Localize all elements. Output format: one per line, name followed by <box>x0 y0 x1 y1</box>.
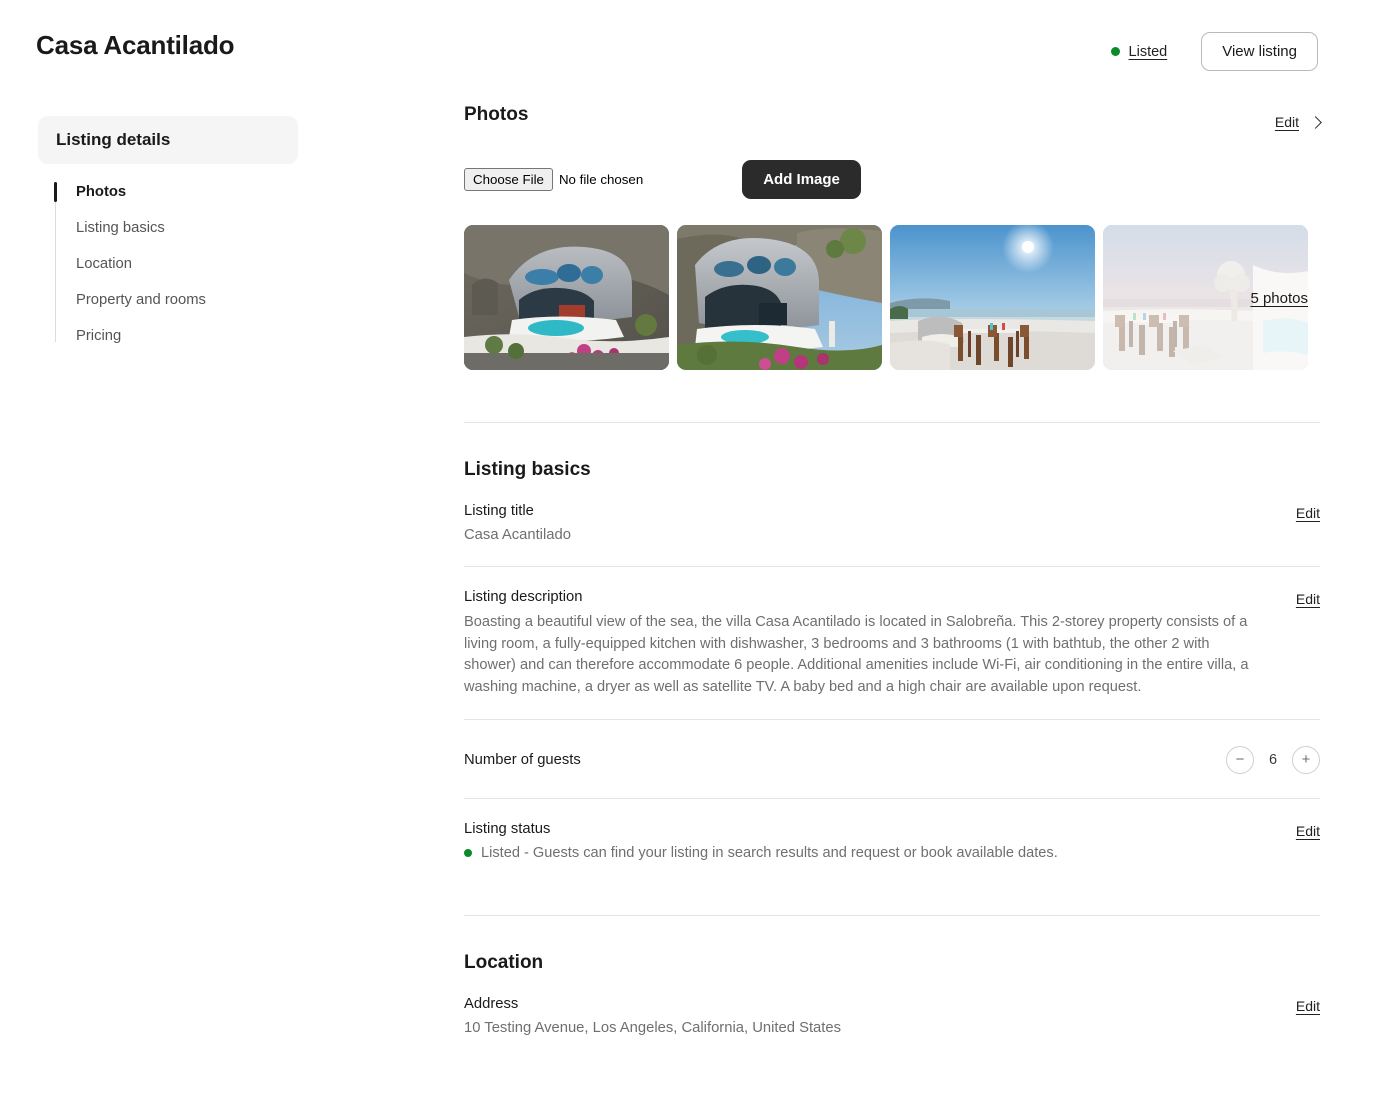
address-row: Address 10 Testing Avenue, Los Angeles, … <box>464 974 1320 1059</box>
number-of-guests-row: Number of guests − 6 + <box>464 720 1320 798</box>
section-divider <box>464 914 1320 916</box>
choose-file-button[interactable]: Choose File <box>464 167 553 191</box>
active-indicator-icon <box>54 218 57 238</box>
listing-description-value: Boasting a beautiful view of the sea, th… <box>464 614 1249 696</box>
location-title: Location <box>464 951 544 973</box>
active-indicator-icon <box>54 182 57 202</box>
number-of-guests-label: Number of guests <box>464 751 581 768</box>
listing-status-value-line: Listed - Guests can find your listing in… <box>464 845 1320 861</box>
listing-status-label: Listing status <box>464 820 551 837</box>
sidebar-item-property-and-rooms[interactable]: Property and rooms <box>38 282 298 318</box>
sidebar-item-location[interactable]: Location <box>38 246 298 282</box>
sidebar-item-label: Property and rooms <box>76 292 206 308</box>
listing-title-label: Listing title <box>464 503 534 519</box>
decrement-guests-button[interactable]: − <box>1226 745 1254 774</box>
listing-description-row: Listing description Boasting a beautiful… <box>464 567 1320 719</box>
active-indicator-icon <box>54 290 57 310</box>
listing-title-value: Casa Acantilado <box>464 527 571 543</box>
listing-description-edit-link[interactable]: Edit <box>1296 591 1320 607</box>
active-indicator-icon <box>54 326 57 346</box>
chevron-right-icon <box>1311 118 1320 127</box>
villa-aerial-photo <box>464 225 669 370</box>
sidebar: Listing details Photos Listing basics Lo… <box>38 116 298 354</box>
listing-status-edit-link[interactable]: Edit <box>1296 823 1320 839</box>
sidebar-item-photos[interactable]: Photos <box>38 174 298 210</box>
photo-upload-row: Choose File No file chosen Add Image <box>464 159 1320 199</box>
file-input[interactable]: Choose File No file chosen <box>464 167 644 191</box>
photo-thumbnail[interactable] <box>890 225 1095 370</box>
villa-hillside-photo <box>677 225 882 370</box>
sidebar-item-listing-basics[interactable]: Listing basics <box>38 210 298 246</box>
sidebar-item-label: Listing basics <box>76 220 165 236</box>
sidebar-item-label: Photos <box>76 184 127 200</box>
photo-thumbnail[interactable] <box>464 225 669 370</box>
status-badge[interactable]: Listed <box>1110 44 1168 60</box>
sidebar-item-label: Location <box>76 256 132 272</box>
more-photos-link[interactable]: 5 photos <box>1250 290 1308 307</box>
status-dot-icon <box>1110 47 1120 56</box>
page-title: Casa Acantilado <box>36 30 235 60</box>
guests-stepper: − 6 + <box>1226 745 1320 774</box>
page-header: Casa Acantilado Listed View listing <box>0 0 1392 96</box>
photos-edit-link[interactable]: Edit <box>1275 114 1299 130</box>
address-edit-link[interactable]: Edit <box>1296 998 1320 1014</box>
status-label[interactable]: Listed <box>1129 44 1168 60</box>
file-status-label: No file chosen <box>558 171 644 187</box>
address-label: Address <box>464 995 519 1012</box>
listing-status-row: Listing status Listed - Guests can find … <box>464 799 1320 881</box>
photos-section-header: Photos Edit <box>464 104 1320 130</box>
listing-title-row: Listing title Casa Acantilado Edit <box>464 481 1320 566</box>
header-actions: Listed View listing <box>1110 32 1318 71</box>
photos-title: Photos <box>464 104 529 125</box>
status-dot-icon <box>464 848 472 857</box>
terrace-sea-view-photo <box>890 225 1095 370</box>
add-image-button[interactable]: Add Image <box>742 159 861 199</box>
view-listing-button[interactable]: View listing <box>1201 32 1318 71</box>
listing-details-page: Casa Acantilado Listed View listing List… <box>0 0 1392 1118</box>
photo-gallery: 5 photos <box>464 225 1320 370</box>
listing-basics-title: Listing basics <box>464 459 591 480</box>
photo-thumbnail-more[interactable]: 5 photos <box>1103 225 1308 370</box>
active-indicator-icon <box>54 254 57 274</box>
photos-edit-action[interactable]: Edit <box>1275 114 1320 130</box>
sidebar-header: Listing details <box>38 116 298 164</box>
sidebar-item-label: Pricing <box>76 328 122 344</box>
main-content: Photos Edit Choose File No file chosen A… <box>464 104 1320 1059</box>
sidebar-nav: Photos Listing basics Location Property … <box>38 174 298 354</box>
photo-thumbnail[interactable] <box>677 225 882 370</box>
listing-description-label: Listing description <box>464 589 583 605</box>
guests-value: 6 <box>1268 751 1278 768</box>
section-divider <box>464 422 1320 423</box>
increment-guests-button[interactable]: + <box>1292 745 1320 774</box>
sidebar-item-pricing[interactable]: Pricing <box>38 318 298 354</box>
listing-title-edit-link[interactable]: Edit <box>1296 505 1320 521</box>
address-value: 10 Testing Avenue, Los Angeles, Californ… <box>464 1019 842 1036</box>
listing-status-value: Listed - Guests can find your listing in… <box>481 844 1058 861</box>
